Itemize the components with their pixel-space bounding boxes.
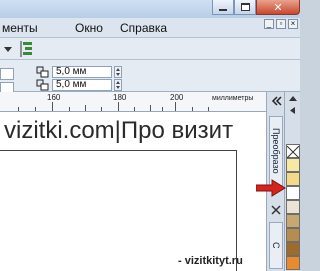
docker-tab-transform[interactable]: Преобразо bbox=[269, 116, 283, 186]
ruler-label-200: 200 bbox=[170, 93, 184, 102]
collapse-docker-icon[interactable] bbox=[269, 96, 283, 106]
dropdown-arrow-icon[interactable] bbox=[2, 43, 14, 55]
ruler-label-180: 180 bbox=[113, 93, 127, 102]
swatch-tan[interactable] bbox=[286, 214, 300, 228]
page-border bbox=[0, 150, 237, 271]
title-bar: ✕ bbox=[0, 0, 300, 18]
maximize-button[interactable] bbox=[234, 0, 256, 15]
swatch-no-color[interactable] bbox=[286, 144, 300, 159]
docker-tab-second[interactable]: С bbox=[269, 222, 283, 269]
close-button[interactable]: ✕ bbox=[256, 0, 300, 15]
ruler-major-tick bbox=[175, 102, 176, 111]
document-window-controls: _ ▫ × bbox=[264, 19, 298, 29]
ruler-minor-tick bbox=[101, 107, 102, 111]
doc-restore-button[interactable]: ▫ bbox=[276, 19, 286, 29]
duplicate-distance-x-spinner[interactable] bbox=[114, 66, 122, 78]
palette-scroll-up-icon[interactable] bbox=[287, 94, 299, 103]
nudge-horizontal-icon bbox=[36, 66, 49, 78]
ruler-minor-tick bbox=[208, 107, 209, 111]
ruler-unit-label: миллиметры bbox=[212, 95, 254, 102]
window-controls: ✕ bbox=[212, 0, 300, 16]
maximize-icon bbox=[240, 3, 250, 11]
ruler-minor-tick bbox=[35, 107, 36, 111]
ruler-major-tick bbox=[118, 102, 119, 111]
swatch-brown[interactable] bbox=[286, 242, 300, 256]
ruler-minor-tick bbox=[134, 107, 135, 111]
ruler-label-160: 160 bbox=[47, 93, 61, 102]
swatch-white[interactable] bbox=[286, 186, 300, 200]
duplicate-distance-y-spinner[interactable] bbox=[114, 79, 122, 91]
ruler-minor-tick bbox=[18, 107, 19, 111]
color-palette bbox=[284, 92, 300, 271]
close-icon: ✕ bbox=[273, 0, 283, 14]
ruler-major-tick bbox=[52, 102, 53, 111]
duplicate-distance-x-input[interactable]: 5,0 мм bbox=[52, 66, 112, 78]
standard-toolbar bbox=[0, 38, 300, 60]
align-distribute-icon[interactable] bbox=[20, 41, 34, 57]
swatch-cream[interactable] bbox=[286, 200, 300, 214]
doc-minimize-button[interactable]: _ bbox=[264, 19, 274, 29]
palette-scroll-left-icon[interactable] bbox=[287, 106, 299, 115]
watermark-text: vizitki.com|Про визит bbox=[4, 117, 234, 144]
property-bar: 5,0 мм 5,0 мм bbox=[0, 60, 300, 94]
ruler-minor-tick bbox=[85, 105, 86, 111]
ruler-minor-tick bbox=[192, 107, 193, 111]
footer-watermark: - vizitkityt.ru bbox=[178, 255, 243, 267]
menu-bar: менты Окно Справка _ ▫ × bbox=[0, 18, 300, 38]
red-pointer-arrow-icon bbox=[256, 179, 286, 197]
doc-close-button[interactable]: × bbox=[288, 19, 298, 29]
menu-item-window[interactable]: Окно bbox=[75, 21, 103, 35]
ruler-minor-tick bbox=[162, 107, 163, 111]
minimize-button[interactable] bbox=[212, 0, 234, 15]
swatch-orange[interactable] bbox=[286, 256, 300, 270]
swatch-light-brown[interactable] bbox=[286, 228, 300, 242]
position-field-stub[interactable] bbox=[0, 68, 14, 80]
menu-item-tools[interactable]: менты bbox=[2, 21, 38, 35]
no-color-icon bbox=[286, 145, 300, 159]
ruler-minor-tick bbox=[69, 107, 70, 111]
docker-close-icon[interactable] bbox=[270, 204, 282, 216]
nudge-vertical-icon bbox=[36, 79, 49, 91]
menu-item-help[interactable]: Справка bbox=[120, 21, 167, 35]
swatch-light-yellow[interactable] bbox=[286, 172, 300, 186]
duplicate-distance-y-input[interactable]: 5,0 мм bbox=[52, 79, 112, 91]
minimize-icon bbox=[219, 9, 227, 11]
swatch-pale-yellow[interactable] bbox=[286, 158, 300, 172]
horizontal-ruler[interactable]: 160 180 200 миллиметры bbox=[0, 92, 266, 112]
ruler-minor-tick bbox=[150, 105, 151, 111]
